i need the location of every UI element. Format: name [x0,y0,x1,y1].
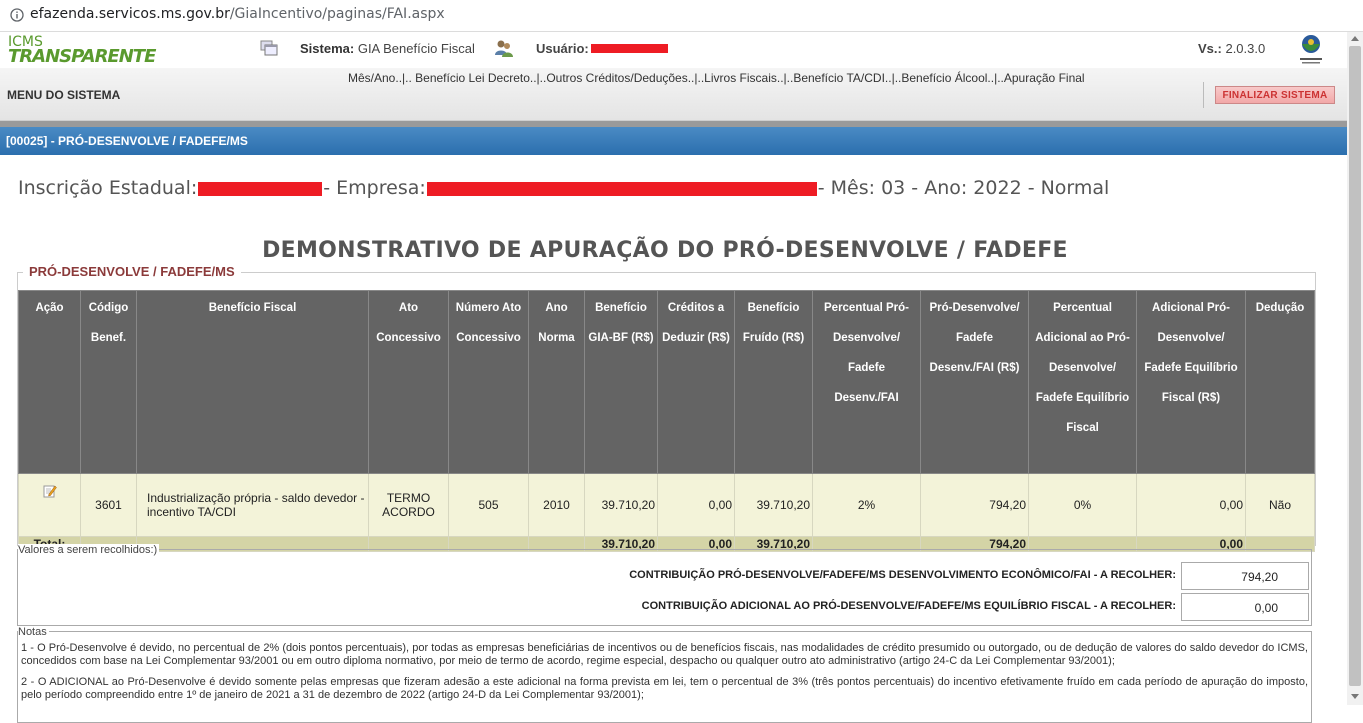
url-path: /GiaIncentivo/paginas/FAI.aspx [229,6,445,22]
valor-fai-field[interactable]: 794,20 [1181,562,1309,590]
usuario-redacted [591,44,668,53]
col-codigo: Código Benef. [80,290,137,474]
valores-box: CONTRIBUIÇÃO PRÓ-DESENVOLVE/FADEFE/MS DE… [17,549,1312,626]
demonstrativo-title: DEMONSTRATIVO DE APURAÇÃO DO PRÓ-DESENVO… [262,238,1068,263]
menu-links[interactable]: Mês/Ano..|.. Benefício Lei Decreto..|..O… [348,71,1085,85]
ato-cell: TERMO ACORDO [368,473,449,537]
col-ano-norma: Ano Norma [528,290,585,474]
usuario-label: Usuário: [536,41,589,56]
scroll-down-icon[interactable] [1351,694,1359,699]
col-ato-concessivo: Ato Concessivo [368,290,449,474]
fieldset-legend: PRÓ-DESENVOLVE / FADEFE/MS [23,264,241,279]
apuracao-table: Ação Código Benef. Benefício Fiscal Ato … [18,290,1315,552]
table-header-row: Ação Código Benef. Benefício Fiscal Ato … [18,290,1315,474]
col-acao: Ação [18,290,81,474]
browser-address-bar[interactable]: efazenda.servicos.ms.gov.br/GiaIncentivo… [0,0,1363,32]
inscricao-redacted [198,181,323,196]
sistema-value: GIA Benefício Fiscal [357,41,475,56]
perc-pro-cell: 2% [812,473,921,537]
col-pro-valor: Pró-Desenvolve/ Fadefe Desenv./FAI (R$) [920,290,1029,474]
perc-adic-cell: 0% [1028,473,1137,537]
section-title: [00025] - PRÓ-DESENVOLVE / FADEFE/MS [0,127,1347,155]
notas-legend: Notas [18,626,49,638]
app-header: ICMS TRANSPARENTE Sistema: GIA Benefício… [0,32,1347,68]
valor-adicional-field[interactable]: 0,00 [1181,593,1309,621]
sistema-label: Sistema: GIA Benefício Fiscal [300,41,475,56]
pro-valor-cell: 794,20 [920,473,1029,537]
info-icon[interactable] [10,8,24,22]
finalizar-sistema-button[interactable]: FINALIZAR SISTEMA [1215,86,1335,104]
users-icon [495,40,513,57]
adic-valor-cell: 0,00 [1136,473,1246,537]
beneficio-cell: Industrialização própria - saldo devedor… [136,473,369,537]
valor-fai-label: CONTRIBUIÇÃO PRÓ-DESENVOLVE/FADEFE/MS DE… [629,569,1176,581]
inscricao-label: Inscrição Estadual: [18,177,198,199]
empresa-redacted [426,181,817,196]
numero-cell: 505 [448,473,529,537]
notas-content: 1 - O Pró-Desenvolve é devido, no percen… [18,642,1311,702]
notas-box: 1 - O Pró-Desenvolve é devido, no percen… [17,631,1312,723]
mes-ano-text: - Mês: 03 - Ano: 2022 - Normal [817,177,1110,199]
col-perc-adic: Percentual Adicional ao Pró-Desenvolve/ … [1028,290,1137,474]
col-beneficio-fiscal: Benefício Fiscal [136,290,369,474]
windows-icon [260,40,278,56]
col-fruido: Benefício Fruído (R$) [734,290,813,474]
logo-bottom-text: TRANSPARENTE [8,46,156,67]
version-value: 2.0.3.0 [1225,41,1266,56]
valor-row-adicional: CONTRIBUIÇÃO ADICIONAL AO PRÓ-DESENVOLVE… [18,591,1311,621]
menu-band: Mês/Ano..|.. Benefício Lei Decreto..|..O… [0,68,1347,121]
menu-separator [1203,82,1204,108]
nota-1: 1 - O Pró-Desenvolve é devido, no percen… [21,642,1308,667]
nota-2: 2 - O ADICIONAL ao Pró-Desenvolve é devi… [21,676,1308,701]
empresa-label: - Empresa: [323,177,426,199]
deducao-cell: Não [1245,473,1315,537]
codigo-cell: 3601 [80,473,137,537]
edit-icon[interactable] [43,484,57,498]
col-deducao: Dedução [1245,290,1315,474]
col-adic-valor: Adicional Pró-Desenvolve/ Fadefe Equilíb… [1136,290,1246,474]
url-host: efazenda.servicos.ms.gov.br [30,6,230,22]
valores-legend: Valores a serem recolhidos:) [18,544,160,556]
version-key: Vs.: [1198,41,1222,56]
inscricao-line: Inscrição Estadual: - Empresa: - Mês: 03 -… [18,177,1109,199]
valor-adicional-label: CONTRIBUIÇÃO ADICIONAL AO PRÓ-DESENVOLVE… [641,600,1176,612]
table-row: 3601 Industrialização própria - saldo de… [18,473,1315,537]
state-crest-icon [1300,35,1322,64]
valor-row-fai: CONTRIBUIÇÃO PRÓ-DESENVOLVE/FADEFE/MS DE… [18,560,1311,590]
menu-title: MENU DO SISTEMA [7,88,121,102]
gia-bf-cell: 39.710,20 [584,473,658,537]
creditos-cell: 0,00 [657,473,735,537]
acao-cell [18,473,81,537]
col-creditos: Créditos a Deduzir (R$) [657,290,735,474]
scroll-thumb[interactable] [1349,46,1361,686]
col-perc-pro: Percentual Pró-Desenvolve/ Fadefe Desenv… [812,290,921,474]
scroll-up-icon[interactable] [1351,36,1359,41]
fruido-cell: 39.710,20 [734,473,813,537]
col-beneficio-gia: Benefício GIA-BF (R$) [584,290,658,474]
version-label: Vs.: 2.0.3.0 [1198,41,1265,56]
ano-cell: 2010 [528,473,585,537]
icms-transparente-logo[interactable]: ICMS TRANSPARENTE [8,34,156,68]
col-numero-ato: Número Ato Concessivo [448,290,529,474]
sistema-label-key: Sistema: [300,41,355,56]
url-text[interactable]: efazenda.servicos.ms.gov.br/GiaIncentivo… [30,6,445,22]
vertical-scrollbar[interactable] [1347,32,1363,705]
